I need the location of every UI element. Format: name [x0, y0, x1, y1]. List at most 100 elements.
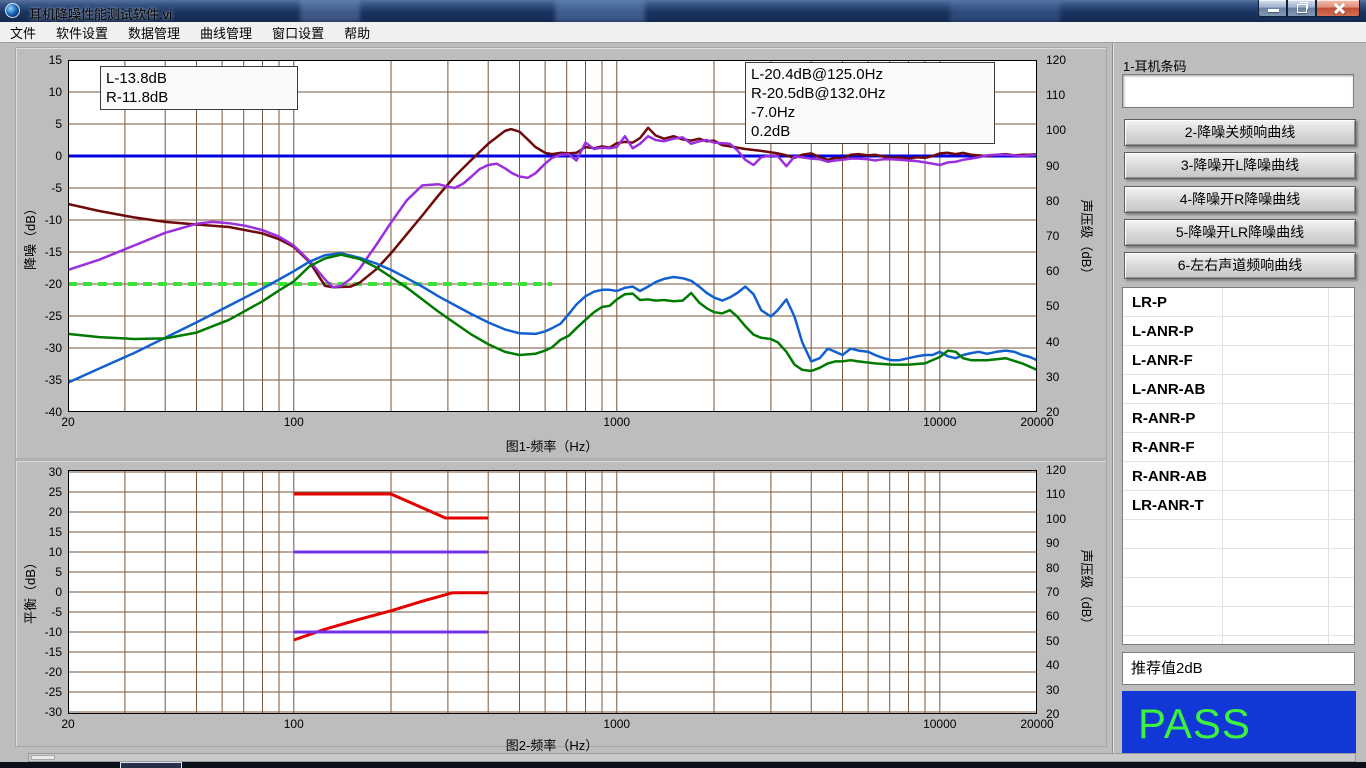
table-row-empty[interactable]	[1123, 520, 1354, 549]
chart1-xtick-20: 20	[40, 416, 96, 428]
chart2-rtick-80: 80	[1046, 562, 1080, 574]
table-row-lr-anr-t[interactable]: LR-ANR-T	[1123, 491, 1354, 520]
chart1-rtick-70: 70	[1046, 230, 1080, 242]
chart2-ytick-30: 30	[28, 466, 62, 478]
chart2-x-axis-label: 图2-频率（Hz）	[452, 735, 652, 754]
chart1-rtick-90: 90	[1046, 160, 1080, 172]
menubar: 文件软件设置数据管理曲线管理窗口设置帮助	[0, 22, 1366, 43]
chart1-ytick--35: -35	[28, 374, 62, 386]
chart2-ytick-10: 10	[28, 546, 62, 558]
chart1-rtick-30: 30	[1046, 371, 1080, 383]
menu-item-2[interactable]: 数据管理	[118, 23, 190, 42]
result-text: PASS	[1122, 691, 1356, 757]
barcode-label: 1-耳机条码	[1123, 56, 1187, 75]
chart2-rtick-100: 100	[1046, 513, 1080, 525]
chart2-rtick-50: 50	[1046, 635, 1080, 647]
table-row-l-anr-ab[interactable]: L-ANR-AB	[1123, 375, 1354, 404]
chart1-ytick--15: -15	[28, 246, 62, 258]
chart2-right-axis-label: 声压级（dB）	[1078, 535, 1094, 645]
chart1-rtick-80: 80	[1046, 195, 1080, 207]
sidebar-button-5[interactable]: 5-降噪开LR降噪曲线	[1124, 219, 1356, 246]
result-indicator: PASS	[1122, 691, 1356, 758]
chart2-rtick-120: 120	[1046, 464, 1080, 476]
sidebar-button-4[interactable]: 4-降噪开R降噪曲线	[1124, 186, 1356, 213]
minimize-button[interactable]	[1258, 0, 1287, 17]
chart1-ytick-5: 5	[28, 118, 62, 130]
taskbar[interactable]	[0, 762, 1366, 768]
menu-item-3[interactable]: 曲线管理	[190, 23, 262, 42]
scrollbar-thumb[interactable]	[31, 755, 55, 760]
recommend-value: 推荐值2dB	[1122, 652, 1355, 685]
chart1-right-axis-label: 声压级（dB）	[1078, 185, 1094, 295]
chart1-y-axis-label: 降噪（dB）	[23, 181, 39, 291]
glass-reflection	[950, 0, 1060, 22]
chart2-ytick--10: -10	[28, 626, 62, 638]
glass-reflection	[300, 0, 360, 22]
app-icon	[5, 3, 20, 18]
restore-icon	[1297, 4, 1307, 13]
chart1-x-axis-label: 图1-频率（Hz）	[452, 436, 652, 455]
chart2-ytick--15: -15	[28, 646, 62, 658]
series-blue-reduction-curve	[68, 253, 1037, 382]
table-row-l-anr-f[interactable]: L-ANR-F	[1123, 346, 1354, 375]
sidebar-button-2[interactable]: 2-降噪关频响曲线	[1124, 119, 1356, 146]
table-row-r-anr-f[interactable]: R-ANR-F	[1123, 433, 1354, 462]
chart1-ytick-10: 10	[28, 86, 62, 98]
table-row-empty[interactable]	[1123, 607, 1354, 636]
table-row-l-anr-p[interactable]: L-ANR-P	[1123, 317, 1354, 346]
chart1-ytick-15: 15	[28, 54, 62, 66]
chart1-rtick-110: 110	[1046, 89, 1080, 101]
chart2-ytick-5: 5	[28, 566, 62, 578]
chart2-xtick-20: 20	[40, 718, 96, 730]
restore-button[interactable]	[1287, 0, 1316, 17]
chart2-xtick-1000: 1000	[589, 718, 645, 730]
table-row-r-anr-ab[interactable]: R-ANR-AB	[1123, 462, 1354, 491]
chart2-ytick--30: -30	[28, 706, 62, 718]
app-window: 耳机降噪性能测试软件.vi 文件软件设置数据管理曲线管理窗口设置帮助 降噪（dB…	[0, 0, 1366, 768]
taskbar-item[interactable]	[120, 762, 182, 768]
minimize-icon	[1268, 9, 1279, 12]
chart1-ytick--20: -20	[28, 278, 62, 290]
horizontal-scrollbar[interactable]	[28, 753, 1356, 762]
chart2-ytick-0: 0	[28, 586, 62, 598]
table-row-empty[interactable]	[1123, 549, 1354, 578]
chart2-xtick-100: 100	[266, 718, 322, 730]
sidebar-button-3[interactable]: 3-降噪开L降噪曲线	[1124, 152, 1356, 179]
menu-item-0[interactable]: 文件	[0, 23, 46, 42]
menu-item-4[interactable]: 窗口设置	[262, 23, 334, 42]
panel-divider	[1112, 43, 1114, 753]
chart1-rtick-60: 60	[1046, 265, 1080, 277]
chart1-ytick--10: -10	[28, 214, 62, 226]
table-row-r-anr-p[interactable]: R-ANR-P	[1123, 404, 1354, 433]
glass-reflection	[555, 0, 645, 22]
chart1-ytick--5: -5	[28, 182, 62, 194]
close-button[interactable]	[1316, 0, 1360, 17]
window-title: 耳机降噪性能测试软件.vi	[29, 4, 172, 23]
window-controls	[1258, 0, 1360, 17]
chart2-rtick-110: 110	[1046, 488, 1080, 500]
table-row-lr-p[interactable]: LR-P	[1123, 288, 1354, 317]
chart2-xtick-10000: 10000	[912, 718, 968, 730]
chart1-rtick-40: 40	[1046, 336, 1080, 348]
chart2-rtick-60: 60	[1046, 610, 1080, 622]
chart1-ytick-0: 0	[28, 150, 62, 162]
table-row-empty[interactable]	[1123, 578, 1354, 607]
sidebar-button-6[interactable]: 6-左右声道频响曲线	[1124, 252, 1356, 279]
chart1-xtick-1000: 1000	[589, 416, 645, 428]
barcode-input[interactable]	[1122, 74, 1354, 108]
chart2-ytick--20: -20	[28, 666, 62, 678]
chart2-rtick-30: 30	[1046, 684, 1080, 696]
chart1-rtick-120: 120	[1046, 54, 1080, 66]
chart1-ytick--30: -30	[28, 342, 62, 354]
close-icon	[1333, 3, 1344, 14]
chart2-ytick--25: -25	[28, 686, 62, 698]
menu-item-1[interactable]: 软件设置	[46, 23, 118, 42]
series-r-anc-curve	[68, 136, 1037, 287]
chart1-ytick--25: -25	[28, 310, 62, 322]
measurement-table: LR-PL-ANR-PL-ANR-FL-ANR-ABR-ANR-PR-ANR-F…	[1122, 287, 1355, 645]
titlebar[interactable]: 耳机降噪性能测试软件.vi	[0, 0, 1366, 22]
chart1-xtick-10000: 10000	[912, 416, 968, 428]
menu-item-5[interactable]: 帮助	[334, 23, 380, 42]
chart2-rtick-40: 40	[1046, 659, 1080, 671]
chart2-ytick-20: 20	[28, 506, 62, 518]
